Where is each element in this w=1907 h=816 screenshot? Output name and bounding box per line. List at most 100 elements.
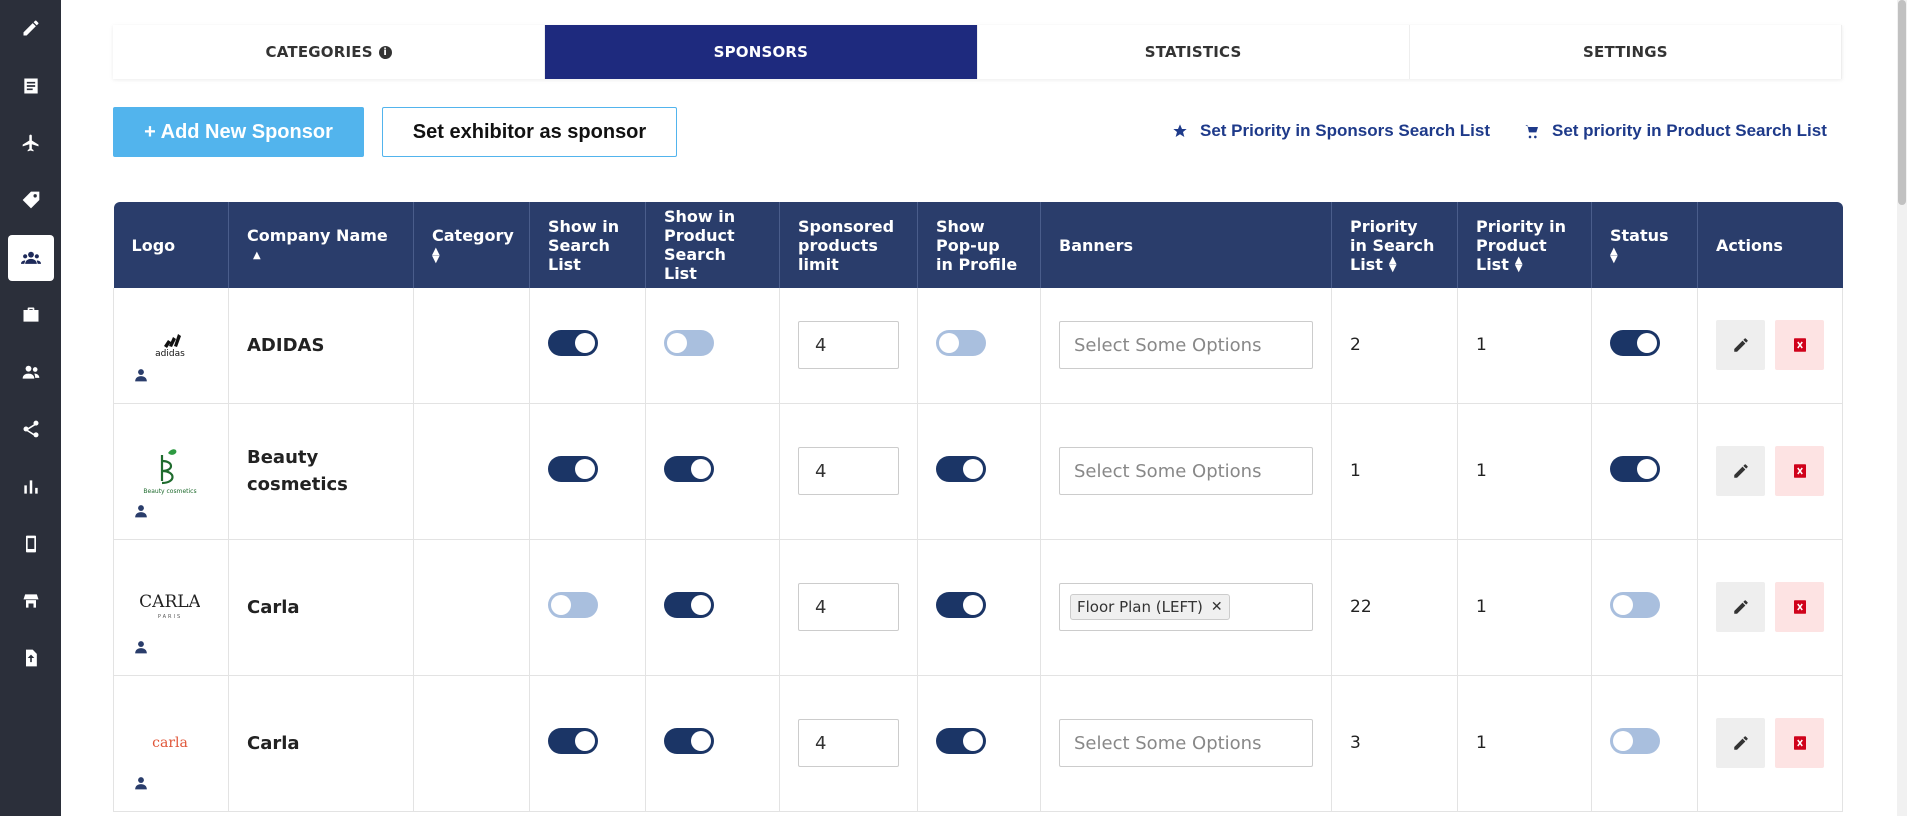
plane-icon[interactable] bbox=[8, 120, 54, 166]
people-icon[interactable] bbox=[8, 349, 54, 395]
header-banners: Banners bbox=[1040, 202, 1332, 288]
sort-icon[interactable]: ▲ ▼ bbox=[432, 246, 440, 264]
set-priority-sponsors-link[interactable]: Set Priority in Sponsors Search List bbox=[1172, 121, 1490, 141]
sort-icon[interactable]: ▲ ▼ bbox=[1610, 246, 1618, 264]
sort-icon[interactable]: ▲ ▼ bbox=[1515, 256, 1523, 274]
show-popup-toggle[interactable] bbox=[936, 727, 986, 754]
upload-icon[interactable] bbox=[8, 635, 54, 681]
header-show-search: Show in Search List bbox=[529, 202, 646, 288]
table-row: adidas ADIDAS 4 Select Some Options 2 1 bbox=[113, 288, 1843, 404]
user-icon bbox=[134, 639, 148, 653]
company-cell: ADIDAS bbox=[228, 288, 414, 404]
chart-icon[interactable] bbox=[8, 464, 54, 510]
status-toggle[interactable] bbox=[1610, 329, 1660, 356]
link-label: Set priority in Product Search List bbox=[1552, 121, 1827, 140]
banners-select[interactable]: Floor Plan (LEFT) ✕ bbox=[1059, 583, 1313, 631]
priority-product-cell: 1 bbox=[1457, 675, 1592, 812]
tag-icon[interactable] bbox=[8, 177, 54, 223]
booth-icon[interactable] bbox=[8, 578, 54, 624]
limit-cell: 4 bbox=[779, 288, 918, 404]
header-priority-product[interactable]: Priority in Product List ▲ ▼ bbox=[1457, 202, 1592, 288]
sponsored-limit-input[interactable]: 4 bbox=[798, 321, 899, 370]
toggle-knob bbox=[691, 730, 711, 751]
show-in-search-toggle[interactable] bbox=[548, 329, 598, 356]
set-priority-product-link[interactable]: Set priority in Product Search List bbox=[1524, 121, 1827, 141]
status-toggle[interactable] bbox=[1610, 727, 1660, 754]
link-label: Set Priority in Sponsors Search List bbox=[1200, 121, 1491, 140]
show-in-search-toggle[interactable] bbox=[548, 455, 598, 482]
edit-button[interactable] bbox=[1716, 582, 1765, 632]
show-in-product-search-toggle[interactable] bbox=[664, 455, 714, 482]
edit-button[interactable] bbox=[1716, 718, 1765, 768]
tab-sponsors[interactable]: SPONSORS bbox=[545, 25, 978, 79]
scrollbar-thumb[interactable] bbox=[1898, 0, 1906, 205]
delete-button[interactable] bbox=[1775, 320, 1824, 371]
sponsored-limit-input[interactable]: 4 bbox=[798, 719, 899, 767]
show-popup-toggle[interactable] bbox=[936, 455, 986, 482]
sort-asc-icon[interactable]: ▲ bbox=[253, 250, 261, 260]
header-actions: Actions bbox=[1697, 202, 1843, 288]
delete-button[interactable] bbox=[1775, 582, 1824, 632]
show-in-product-search-toggle[interactable] bbox=[664, 727, 714, 754]
scrollbar[interactable] bbox=[1897, 0, 1907, 816]
banners-cell: Select Some Options bbox=[1040, 675, 1332, 812]
remove-chip-icon[interactable]: ✕ bbox=[1211, 599, 1223, 615]
tab-settings[interactable]: SETTINGS bbox=[1410, 25, 1842, 79]
sort-icon[interactable]: ▲ ▼ bbox=[1389, 256, 1397, 274]
tab-statistics[interactable]: STATISTICS bbox=[978, 25, 1410, 79]
show-in-search-toggle[interactable] bbox=[548, 727, 598, 754]
set-exhibitor-as-sponsor-button[interactable]: Set exhibitor as sponsor bbox=[382, 107, 677, 157]
edit-button[interactable] bbox=[1716, 446, 1765, 496]
sponsors-table: Logo Company Name▲ Category ▲ ▼ Show in Se… bbox=[113, 202, 1843, 812]
toggle-knob bbox=[667, 332, 687, 353]
delete-button[interactable] bbox=[1775, 718, 1824, 768]
delete-icon bbox=[1791, 598, 1809, 616]
header-category[interactable]: Category ▲ ▼ bbox=[413, 202, 530, 288]
show-search-cell bbox=[529, 675, 646, 812]
users-icon[interactable] bbox=[8, 235, 54, 281]
show-in-search-toggle[interactable] bbox=[548, 591, 598, 618]
tab-categories[interactable]: CATEGORIES i bbox=[113, 25, 546, 79]
sponsored-limit-input[interactable]: 4 bbox=[798, 447, 899, 495]
banners-placeholder: Select Some Options bbox=[1074, 460, 1262, 482]
header-priority-search[interactable]: Priority in Search List ▲ ▼ bbox=[1331, 202, 1458, 288]
banners-select[interactable]: Select Some Options bbox=[1059, 447, 1313, 495]
banners-placeholder: Select Some Options bbox=[1074, 334, 1262, 356]
banners-select[interactable]: Select Some Options bbox=[1059, 321, 1313, 370]
company-name: ADIDAS bbox=[247, 334, 325, 356]
company-logo: adidas bbox=[140, 317, 200, 373]
header-company-name[interactable]: Company Name▲ bbox=[228, 202, 414, 288]
pencil-icon[interactable] bbox=[8, 5, 54, 51]
add-new-sponsor-button[interactable]: + Add New Sponsor bbox=[113, 107, 364, 157]
toggle-knob bbox=[1613, 730, 1633, 751]
delete-button[interactable] bbox=[1775, 446, 1824, 496]
limit-value: 4 bbox=[815, 732, 827, 754]
show-in-product-search-toggle[interactable] bbox=[664, 591, 714, 618]
mobile-icon[interactable] bbox=[8, 521, 54, 567]
header-status[interactable]: Status ▲ ▼ bbox=[1591, 202, 1698, 288]
company-logo: carla bbox=[140, 715, 200, 771]
show-in-product-search-toggle[interactable] bbox=[664, 329, 714, 356]
tab-label: CATEGORIES bbox=[265, 43, 373, 61]
banners-select[interactable]: Select Some Options bbox=[1059, 719, 1313, 767]
edit-button[interactable] bbox=[1716, 320, 1765, 371]
sponsored-limit-input[interactable]: 4 bbox=[798, 583, 899, 631]
list-icon[interactable] bbox=[8, 63, 54, 109]
briefcase-icon[interactable] bbox=[8, 292, 54, 338]
limit-value: 4 bbox=[815, 334, 827, 356]
status-toggle[interactable] bbox=[1610, 591, 1660, 618]
table-row: Beauty cosmetics Beauty cosmetics 4 Sele… bbox=[113, 403, 1843, 540]
banners-cell: Select Some Options bbox=[1040, 403, 1332, 540]
actions-cell bbox=[1697, 288, 1843, 404]
show-popup-toggle[interactable] bbox=[936, 591, 986, 618]
toggle-knob bbox=[575, 332, 595, 353]
status-toggle[interactable] bbox=[1610, 455, 1660, 482]
category-cell bbox=[413, 288, 530, 404]
share-icon[interactable] bbox=[8, 406, 54, 452]
priority-search-cell: 3 bbox=[1331, 675, 1458, 812]
priority-product-cell: 1 bbox=[1457, 288, 1592, 404]
show-search-cell bbox=[529, 288, 646, 404]
show-popup-toggle[interactable] bbox=[936, 329, 986, 356]
category-cell bbox=[413, 539, 530, 676]
limit-value: 4 bbox=[815, 596, 827, 618]
